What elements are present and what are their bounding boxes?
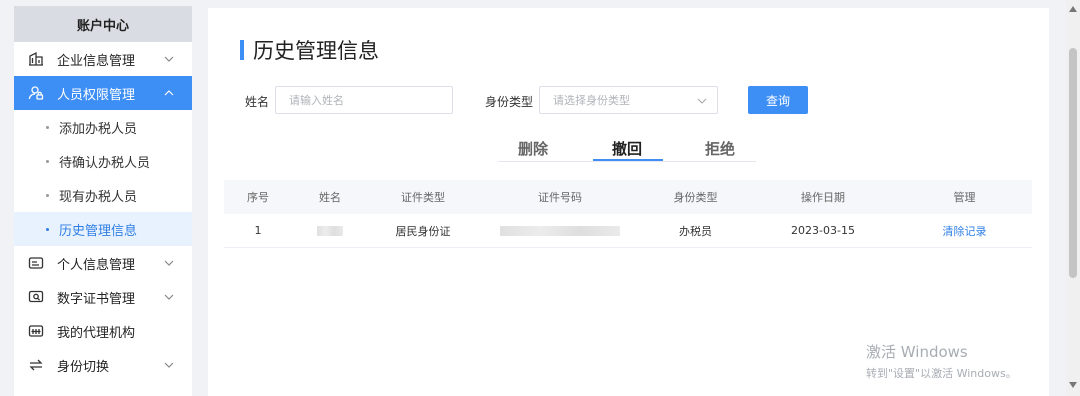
scroll-up-arrow-icon[interactable] (1069, 6, 1077, 12)
chevron-down-icon (697, 96, 707, 106)
page-title-text: 历史管理信息 (253, 39, 379, 63)
tab-withdraw[interactable]: 撤回 (612, 138, 642, 159)
scroll-down-arrow-icon[interactable] (1069, 382, 1077, 388)
name-input-placeholder: 请输入姓名 (289, 94, 344, 107)
certificate-icon (28, 289, 44, 305)
chevron-down-icon (162, 256, 176, 270)
name-input[interactable]: 请输入姓名 (275, 86, 453, 114)
sidebar-item-personal-info[interactable]: 个人信息管理 (14, 246, 192, 280)
agency-icon (28, 323, 44, 339)
sidebar-subitem-label: 待确认办税人员 (59, 155, 151, 171)
col-header-manage: 管理 (953, 191, 976, 204)
cell-name-redacted (292, 224, 368, 237)
page-title: 历史管理信息 (240, 35, 379, 65)
table-row: 1 居民身份证 办税员 2023-03-15 清除记录 (224, 214, 1032, 248)
chevron-down-icon (162, 52, 176, 66)
building-icon (28, 51, 44, 67)
switch-icon (28, 357, 44, 373)
title-accent-bar (240, 40, 244, 60)
sidebar-subitem-pending-tax-staff[interactable]: 待确认办税人员 (14, 144, 192, 178)
windows-activation-watermark: 激活 Windows 转到"设置"以激活 Windows。 (866, 341, 1017, 381)
cell-date: 2023-03-15 (791, 224, 855, 237)
col-header-role: 身份类型 (673, 191, 718, 204)
name-label: 姓名 (245, 95, 270, 109)
person-lock-icon (28, 85, 44, 101)
sidebar-subitem-label: 现有办税人员 (59, 189, 138, 205)
tab-reject[interactable]: 拒绝 (705, 138, 735, 159)
watermark-line2: 转到"设置"以激活 Windows。 (866, 367, 1017, 380)
sidebar-subitem-history[interactable]: 历史管理信息 (14, 212, 192, 246)
main-panel: 历史管理信息 姓名 请输入姓名 身份类型 请选择身份类型 查询 删除 撤回 拒绝… (208, 8, 1049, 396)
sidebar-item-label: 数字证书管理 (57, 291, 136, 307)
col-header-id-number: 证件号码 (538, 191, 582, 204)
clear-record-link[interactable]: 清除记录 (943, 225, 987, 238)
chevron-up-icon (162, 86, 176, 100)
sidebar-item-label: 我的代理机构 (57, 325, 136, 341)
sidebar-subitem-label: 历史管理信息 (59, 223, 138, 239)
query-button[interactable]: 查询 (748, 86, 808, 114)
col-header-id-type: 证件类型 (401, 191, 445, 204)
active-tab-indicator (593, 159, 663, 161)
cell-id-type: 居民身份证 (395, 224, 451, 238)
sidebar-item-company-info[interactable]: 企业信息管理 (14, 42, 192, 76)
col-header-name: 姓名 (319, 191, 341, 204)
sidebar-item-personnel-permissions[interactable]: 人员权限管理 (14, 76, 192, 110)
tab-bar: 删除 撤回 拒绝 (498, 138, 756, 162)
tab-delete[interactable]: 删除 (518, 138, 548, 159)
bullet-dot (46, 227, 49, 231)
sidebar: 账户中心 企业信息管理 人员权限管理 添加办税人员 待确认办税人员 现有办税人员… (14, 6, 192, 396)
cell-role: 办税员 (679, 224, 712, 238)
sidebar-item-label: 个人信息管理 (57, 257, 136, 273)
chevron-down-icon (162, 290, 176, 304)
vertical-scrollbar[interactable] (1066, 0, 1080, 396)
sidebar-subitem-add-tax-staff[interactable]: 添加办税人员 (14, 110, 192, 144)
bullet-dot (46, 159, 49, 163)
col-header-index: 序号 (247, 191, 269, 204)
cell-index: 1 (254, 224, 262, 237)
sidebar-item-my-agency[interactable]: 我的代理机构 (14, 314, 192, 348)
history-table: 序号 姓名 证件类型 证件号码 身份类型 操作日期 管理 1 居民身份证 办税员… (224, 180, 1032, 248)
sidebar-title: 账户中心 (14, 6, 192, 42)
cell-manage: 清除记录 (897, 223, 1032, 239)
role-label: 身份类型 (485, 95, 534, 109)
sidebar-item-label: 人员权限管理 (57, 87, 136, 103)
sidebar-subitem-label: 添加办税人员 (59, 121, 138, 137)
role-select-placeholder: 请选择身份类型 (553, 94, 630, 107)
watermark-line1: 激活 Windows (866, 343, 968, 361)
sidebar-item-digital-certificate[interactable]: 数字证书管理 (14, 280, 192, 314)
col-header-date: 操作日期 (801, 191, 845, 204)
role-select[interactable]: 请选择身份类型 (539, 86, 718, 114)
sidebar-item-label: 企业信息管理 (57, 53, 136, 69)
cell-id-number-redacted (478, 224, 642, 237)
table-header: 序号 姓名 证件类型 证件号码 身份类型 操作日期 管理 (224, 180, 1032, 214)
bullet-dot (46, 193, 49, 197)
sidebar-item-identity-switch[interactable]: 身份切换 (14, 348, 192, 382)
bullet-dot (46, 125, 49, 129)
scrollbar-thumb[interactable] (1069, 48, 1077, 278)
sidebar-subitem-current-tax-staff[interactable]: 现有办税人员 (14, 178, 192, 212)
search-form: 姓名 请输入姓名 身份类型 请选择身份类型 查询 (208, 86, 1049, 116)
id-card-icon (28, 255, 44, 271)
chevron-down-icon (162, 358, 176, 372)
sidebar-item-label: 身份切换 (57, 359, 110, 375)
